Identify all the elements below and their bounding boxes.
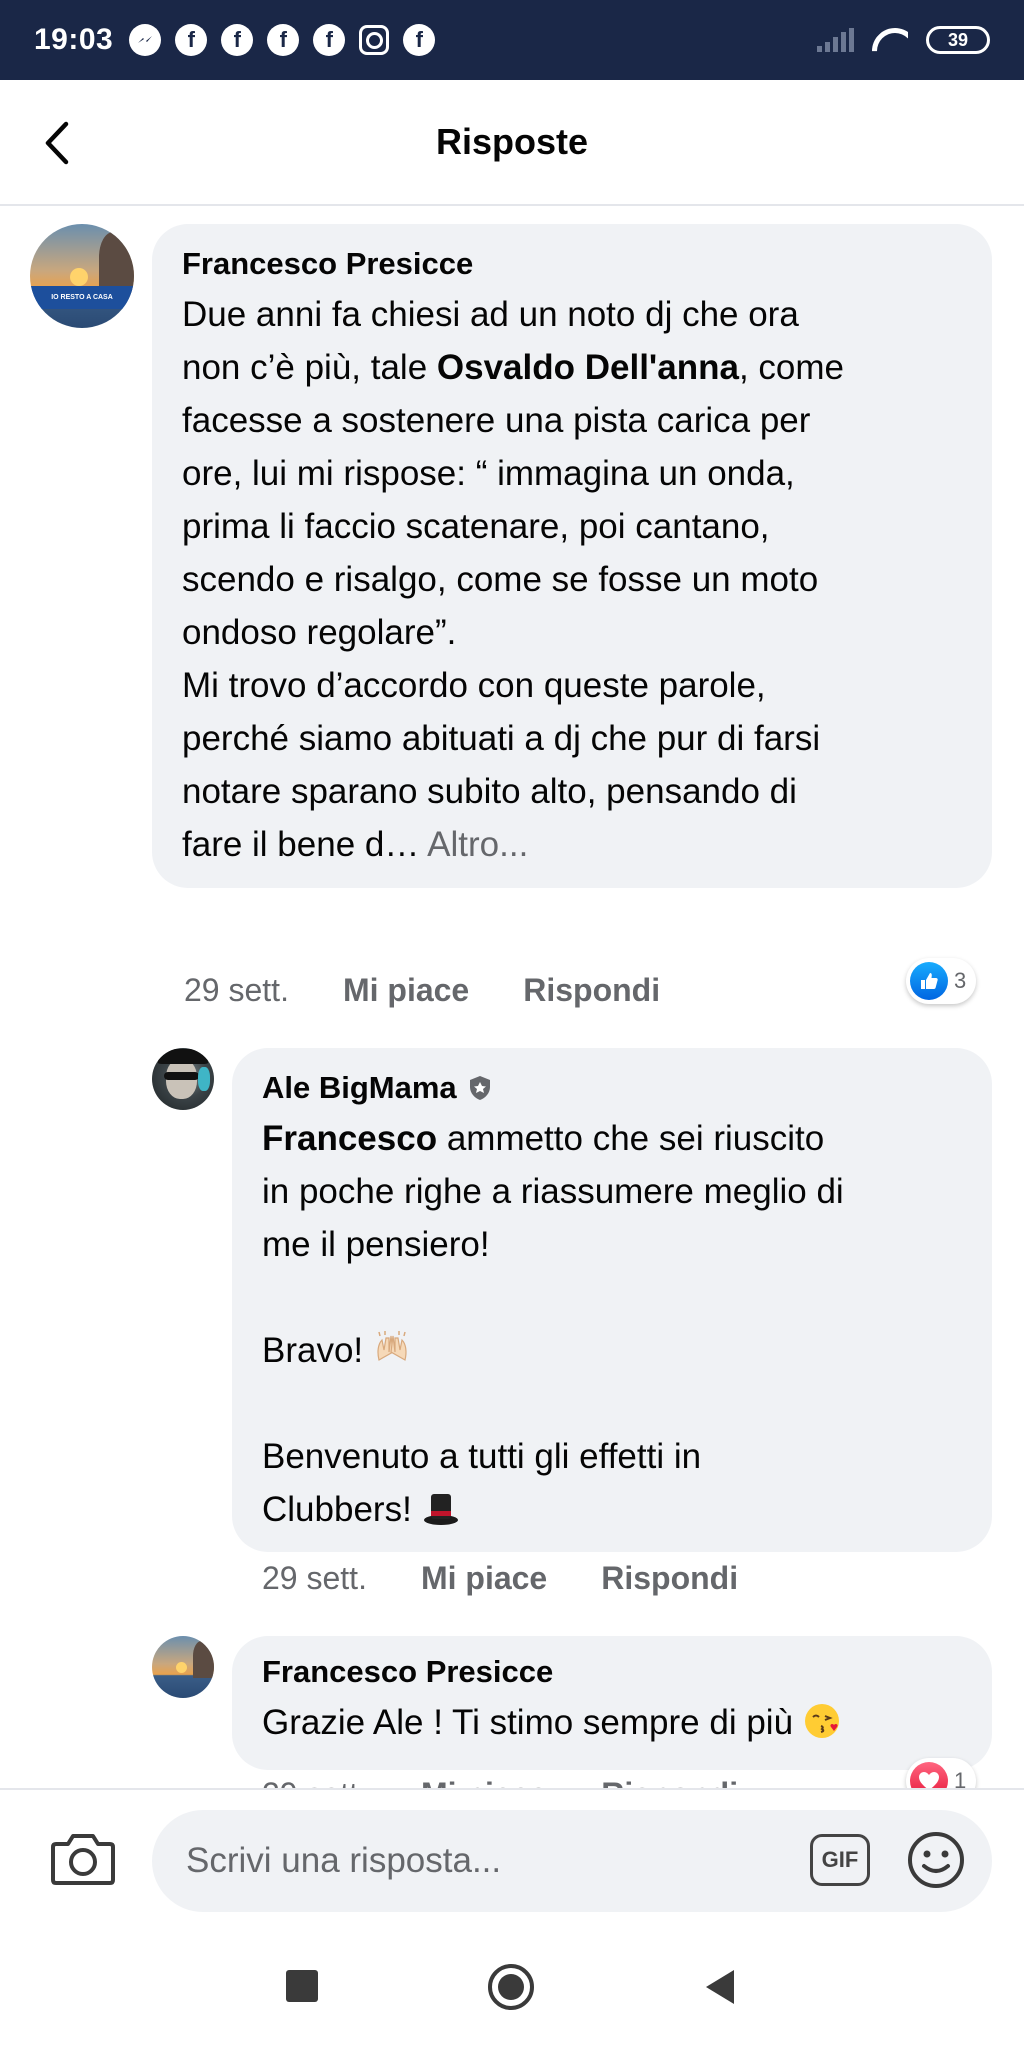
comment-time: 29 sett. (184, 972, 289, 1008)
system-nav-bar (0, 1926, 1024, 2048)
avatar[interactable]: IO RESTO A CASA (30, 224, 134, 328)
like-button[interactable]: Mi piace (343, 972, 469, 1009)
shield-badge-icon (467, 1075, 493, 1101)
wifi-icon (872, 26, 908, 54)
battery-level: 39 (947, 29, 969, 50)
like-button[interactable]: Mi piace (421, 1560, 547, 1597)
comment-author[interactable]: Ale BigMama (262, 1070, 457, 1106)
status-bar: 19:03 f f f f f 39 (0, 0, 1024, 80)
replies-sheet: Risposte IO RESTO A CASA Francesco Presi… (0, 80, 1024, 1968)
reaction-number: 3 (954, 968, 967, 993)
emoji-button[interactable] (906, 1830, 966, 1890)
status-time: 19:03 (34, 23, 114, 56)
comment-text: Due anni fa chiesi ad un noto dj che ora… (182, 295, 844, 864)
header: Risposte (0, 80, 1024, 206)
comment-bubble[interactable]: Francesco Presicce Grazie Ale ! Ti stimo… (232, 1636, 992, 1770)
instagram-icon (359, 25, 390, 55)
comment-author[interactable]: Francesco Presicce (262, 1654, 962, 1690)
messenger-icon (129, 24, 162, 56)
see-more-link[interactable]: Altro... (427, 825, 528, 864)
system-back-button[interactable] (706, 1970, 734, 2004)
notification-icons: f f f f f (129, 24, 436, 56)
comment-author-row: Ale BigMama (262, 1070, 962, 1106)
mention-link[interactable]: Osvaldo Dell'anna (437, 348, 739, 387)
facebook-icon: f (313, 24, 346, 56)
mention-link[interactable]: Francesco (262, 1119, 437, 1158)
avatar-banner: IO RESTO A CASA (30, 286, 134, 310)
comment-time: 29 sett. (262, 1560, 367, 1596)
avatar[interactable] (152, 1636, 214, 1698)
facebook-icon: f (267, 24, 300, 56)
facebook-icon: f (403, 24, 436, 56)
comment-bubble[interactable]: Francesco Presicce Due anni fa chiesi ad… (152, 224, 992, 888)
comment-bubble[interactable]: Ale BigMama Francesco ammetto che sei ri… (232, 1048, 992, 1552)
facebook-icon: f (175, 24, 208, 56)
gif-button[interactable]: GIF (810, 1834, 870, 1886)
signal-icon (817, 28, 854, 52)
reaction-count[interactable]: 3 (906, 958, 977, 1004)
avatar[interactable] (152, 1048, 214, 1110)
reply-button[interactable]: Rispondi (523, 972, 660, 1009)
comment-actions: 29 sett. Mi piace Rispondi (262, 1560, 738, 1597)
reply-composer: GIF (0, 1788, 1024, 1926)
back-button[interactable] (34, 116, 80, 170)
system-icons: 39 (817, 26, 990, 54)
like-reaction-icon (910, 962, 948, 1000)
top-hat-icon (423, 1494, 458, 1525)
reply-button[interactable]: Rispondi (601, 1560, 738, 1597)
facebook-icon: f (221, 24, 254, 56)
comment-actions: 29 sett. Mi piace Rispondi (184, 972, 660, 1009)
recents-button[interactable] (286, 1970, 318, 2002)
chevron-left-icon (45, 121, 69, 165)
comment-author[interactable]: Francesco Presicce (182, 246, 962, 282)
camera-button[interactable] (50, 1830, 116, 1886)
smiley-icon (908, 1832, 964, 1888)
home-button[interactable] (488, 1964, 534, 2010)
kissing-face-icon (804, 1704, 839, 1738)
raised-hands-icon (377, 1331, 407, 1361)
comment-text: Francesco ammetto che sei riuscito in po… (262, 1119, 844, 1529)
battery-icon: 39 (926, 26, 990, 54)
camera-icon (51, 1834, 115, 1885)
comment-thread: IO RESTO A CASA Francesco Presicce Due a… (0, 206, 1024, 1868)
comment-text: Grazie Ale ! Ti stimo sempre di più (262, 1696, 962, 1749)
page-title: Risposte (435, 121, 589, 162)
